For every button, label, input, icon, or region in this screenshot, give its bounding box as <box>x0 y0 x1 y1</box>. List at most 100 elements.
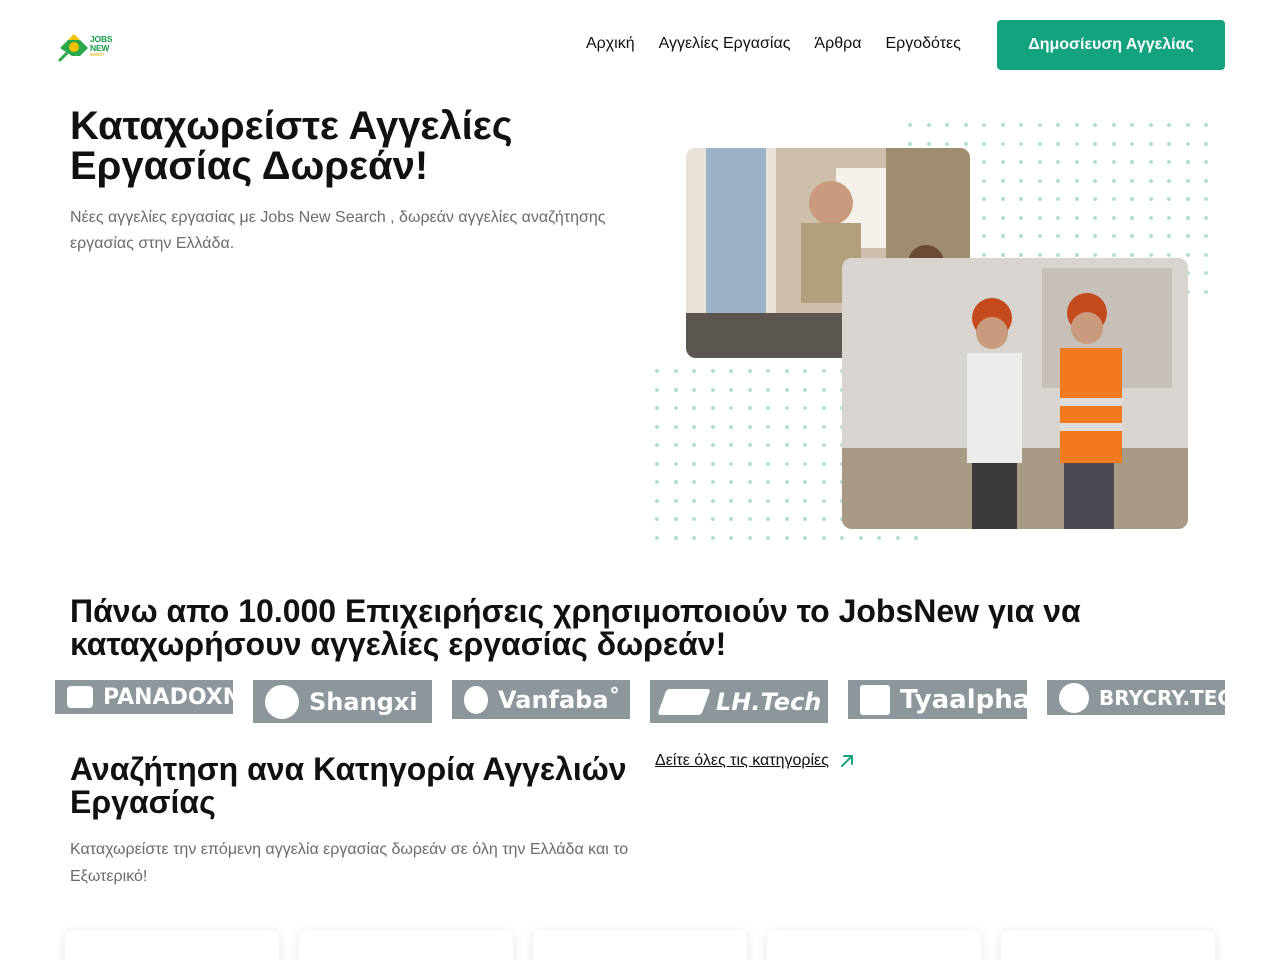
category-card[interactable] <box>65 930 279 960</box>
decorative-dot <box>1074 160 1079 164</box>
decorative-dot <box>1037 178 1042 183</box>
decorative-dot <box>1056 123 1060 127</box>
decorative-dot <box>1019 141 1023 146</box>
category-card[interactable] <box>299 930 513 960</box>
decorative-dot <box>1185 160 1190 164</box>
decorative-dot <box>1167 141 1171 146</box>
decorative-dot <box>1074 141 1079 146</box>
decorative-dot <box>1019 178 1023 183</box>
nav-employers-link[interactable]: Εργοδότες <box>885 34 960 54</box>
decorative-dot <box>1130 215 1134 220</box>
decorative-dot <box>1037 215 1042 220</box>
decorative-dot <box>784 424 789 429</box>
decorative-dot <box>1204 160 1208 164</box>
decorative-dot <box>803 443 807 447</box>
decorative-dot <box>1130 141 1134 146</box>
decorative-dot <box>1167 234 1171 238</box>
decorative-dot <box>908 141 912 146</box>
decorative-dot <box>1148 252 1153 257</box>
post-job-button[interactable]: Δημοσίευση Αγγελίας <box>997 20 1225 70</box>
decorative-dot <box>982 215 986 220</box>
decorative-dot <box>1185 178 1190 183</box>
decorative-dot <box>784 461 789 466</box>
decorative-dot <box>803 424 807 429</box>
decorative-dot <box>692 498 696 503</box>
decorative-dot <box>766 369 770 373</box>
decorative-dot <box>1056 160 1060 164</box>
decorative-dot <box>1167 178 1171 183</box>
decorative-dot <box>766 461 770 466</box>
site-logo[interactable]: JOBS NEW search <box>58 32 118 62</box>
decorative-dot <box>1185 215 1190 220</box>
decorative-dot <box>803 406 807 410</box>
category-card[interactable] <box>1001 930 1215 960</box>
decorative-dot <box>1148 234 1153 238</box>
decorative-dot <box>1111 178 1116 183</box>
decorative-dot <box>1074 252 1079 257</box>
decorative-dot <box>1130 123 1134 127</box>
decorative-dot <box>766 480 770 484</box>
decorative-dot <box>877 535 881 540</box>
decorative-dot <box>673 369 678 373</box>
category-card[interactable] <box>767 930 981 960</box>
decorative-dot <box>1167 252 1171 257</box>
partner-logo-brycry: BRYCRY.TEC <box>1047 680 1225 715</box>
decorative-dot <box>1074 197 1079 201</box>
decorative-dot <box>1148 197 1153 201</box>
decorative-dot <box>1204 141 1208 146</box>
partners-title: Πάνω απο 10.000 Επιχειρήσεις χρησιμοποιο… <box>70 593 1081 662</box>
decorative-dot <box>1074 215 1079 220</box>
decorative-dot <box>729 406 733 410</box>
nav-home-link[interactable]: Αρχική <box>586 34 635 54</box>
decorative-dot <box>673 443 678 447</box>
partner-logo-shangxi: Shangxi <box>253 680 432 723</box>
decorative-dot <box>926 123 931 127</box>
decorative-dot <box>803 369 807 373</box>
decorative-dot <box>1093 234 1097 238</box>
decorative-dot <box>692 480 696 484</box>
partner-mark-icon <box>67 686 93 708</box>
nav-jobs-link[interactable]: Αγγελίες Εργασίας <box>659 34 791 54</box>
decorative-dot <box>1000 197 1005 201</box>
partner-logo-panadoxn: PANADOXN <box>55 680 233 714</box>
hero-subtitle: Νέες αγγελίες εργασίας με Jobs New Searc… <box>70 209 606 252</box>
decorative-dot <box>784 369 789 373</box>
decorative-dot <box>655 535 659 540</box>
decorative-dot <box>1204 271 1208 275</box>
decorative-dot <box>673 424 678 429</box>
see-all-categories-link[interactable]: Δείτε όλες τις κατηγορίες <box>655 752 855 770</box>
decorative-dot <box>821 480 826 484</box>
decorative-dot <box>803 387 807 392</box>
decorative-dot <box>895 535 900 540</box>
decorative-dot <box>729 535 733 540</box>
decorative-dot <box>821 535 826 540</box>
nav-articles-link[interactable]: Άρθρα <box>814 34 861 54</box>
decorative-dot <box>803 480 807 484</box>
decorative-dot <box>1093 197 1097 201</box>
decorative-dot <box>1093 178 1097 183</box>
decorative-dot <box>747 424 752 429</box>
decorative-dot <box>821 369 826 373</box>
decorative-dot <box>1111 215 1116 220</box>
decorative-dot <box>982 123 986 127</box>
decorative-dot <box>710 498 715 503</box>
decorative-dot <box>655 498 659 503</box>
decorative-dot <box>821 387 826 392</box>
decorative-dot <box>784 517 789 521</box>
decorative-dot <box>710 406 715 410</box>
decorative-dot <box>1130 234 1134 238</box>
decorative-dot <box>1185 123 1190 127</box>
decorative-dot <box>1056 234 1060 238</box>
decorative-dot <box>1074 178 1079 183</box>
decorative-dot <box>821 517 826 521</box>
category-card[interactable] <box>533 930 747 960</box>
decorative-dot <box>710 535 715 540</box>
decorative-dot <box>1019 197 1023 201</box>
decorative-dot <box>982 234 986 238</box>
decorative-dot <box>1019 160 1023 164</box>
decorative-dot <box>1037 234 1042 238</box>
decorative-dot <box>1111 160 1116 164</box>
decorative-dot <box>710 369 715 373</box>
decorative-dot <box>963 141 968 146</box>
decorative-dot <box>784 406 789 410</box>
